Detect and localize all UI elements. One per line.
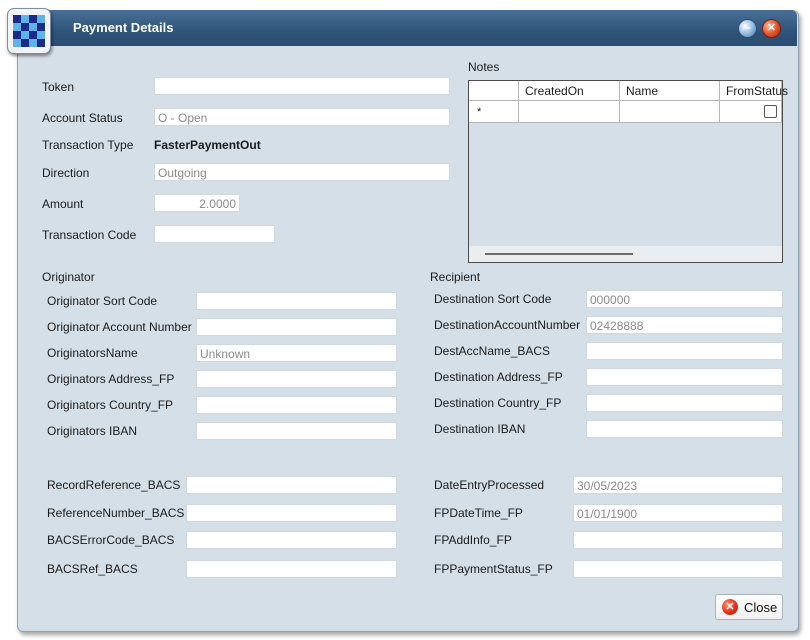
column-header-name[interactable]: Name: [620, 81, 720, 101]
new-row-name-cell[interactable]: [620, 101, 720, 123]
token-field[interactable]: [154, 77, 450, 95]
dest-acc-name-field[interactable]: [586, 342, 783, 360]
amount-label: Amount: [42, 197, 84, 211]
destination-sort-code-label: Destination Sort Code: [434, 292, 552, 306]
destination-sort-code-field[interactable]: 000000: [586, 290, 783, 308]
fp-payment-status-label: FPPaymentStatus_FP: [434, 562, 553, 576]
transaction-code-field[interactable]: [154, 225, 275, 243]
reference-number-field[interactable]: [186, 504, 397, 522]
direction-field[interactable]: Outgoing: [154, 163, 450, 181]
new-row-marker: *: [469, 101, 519, 123]
bacs-error-code-label: BACSErrorCode_BACS: [47, 533, 175, 547]
fp-datetime-field[interactable]: 01/01/1900: [573, 504, 783, 522]
destination-account-number-label: DestinationAccountNumber: [434, 318, 581, 332]
token-label: Token: [42, 80, 75, 94]
app-icon: [7, 8, 51, 54]
window-close-button[interactable]: ✕: [762, 19, 781, 38]
new-row-fromstatus-cell[interactable]: [720, 101, 782, 123]
destination-iban-label: Destination IBAN: [434, 422, 526, 436]
column-header-fromstatus[interactable]: FromStatus: [720, 81, 788, 101]
bacs-ref-field[interactable]: [186, 560, 397, 578]
originators-iban-field[interactable]: [196, 422, 397, 440]
originator-account-number-field[interactable]: [196, 318, 397, 336]
new-row-createdon-cell[interactable]: [519, 101, 620, 123]
direction-label: Direction: [42, 166, 90, 180]
checker-icon: [13, 15, 45, 47]
scrollbar-thumb[interactable]: [485, 253, 633, 255]
close-icon: ✕: [722, 599, 738, 615]
minimize-button[interactable]: –: [738, 19, 757, 38]
notes-label: Notes: [468, 60, 500, 74]
destination-address-field[interactable]: [586, 368, 783, 386]
fp-add-info-field[interactable]: [573, 531, 783, 549]
close-icon: ✕: [766, 22, 777, 34]
horizontal-scrollbar[interactable]: [469, 246, 782, 262]
window-title: Payment Details: [73, 20, 174, 35]
bacs-error-code-field[interactable]: [186, 531, 397, 549]
originators-country-field[interactable]: [196, 396, 397, 414]
fromstatus-checkbox[interactable]: [764, 105, 777, 118]
date-entry-processed-field[interactable]: 30/05/2023: [573, 476, 783, 494]
dest-acc-name-label: DestAccName_BACS: [434, 344, 551, 358]
destination-address-label: Destination Address_FP: [434, 370, 563, 384]
notes-grid[interactable]: CreatedOn Name FromStatus *: [468, 80, 788, 263]
fp-datetime-label: FPDateTime_FP: [434, 506, 523, 520]
destination-iban-field[interactable]: [586, 420, 783, 438]
originators-name-label: OriginatorsName: [47, 346, 138, 360]
record-reference-field[interactable]: [186, 476, 397, 494]
destination-country-field[interactable]: [586, 394, 783, 412]
transaction-code-label: Transaction Code: [42, 228, 137, 242]
fp-payment-status-field[interactable]: [573, 560, 783, 578]
transaction-type-value: FasterPaymentOut: [154, 138, 261, 152]
originators-country-label: Originators Country_FP: [47, 398, 174, 412]
recipient-heading: Recipient: [430, 270, 481, 284]
close-button-label: Close: [744, 600, 778, 615]
originator-account-number-label: Originator Account Number: [47, 320, 192, 334]
account-status-label: Account Status: [42, 111, 123, 125]
date-entry-processed-label: DateEntryProcessed: [434, 478, 545, 492]
record-reference-label: RecordReference_BACS: [47, 478, 181, 492]
originators-address-label: Originators Address_FP: [47, 372, 175, 386]
destination-country-label: Destination Country_FP: [434, 396, 562, 410]
originator-heading: Originator: [42, 270, 95, 284]
close-button[interactable]: ✕ Close: [715, 594, 783, 620]
originators-iban-label: Originators IBAN: [47, 424, 138, 438]
originator-sort-code-field[interactable]: [196, 292, 397, 310]
originator-sort-code-label: Originator Sort Code: [47, 294, 158, 308]
grid-row-header: [469, 81, 519, 101]
reference-number-label: ReferenceNumber_BACS: [47, 506, 185, 520]
account-status-field[interactable]: O - Open: [154, 108, 450, 126]
bacs-ref-label: BACSRef_BACS: [47, 562, 138, 576]
destination-account-number-field[interactable]: 02428888: [586, 316, 783, 334]
originators-name-field[interactable]: Unknown: [196, 344, 397, 362]
originators-address-field[interactable]: [196, 370, 397, 388]
fp-add-info-label: FPAddInfo_FP: [434, 533, 512, 547]
minimize-icon: –: [744, 22, 751, 34]
column-header-createdon[interactable]: CreatedOn: [519, 81, 620, 101]
transaction-type-label: Transaction Type: [42, 138, 134, 152]
amount-field[interactable]: 2.0000: [154, 194, 240, 212]
